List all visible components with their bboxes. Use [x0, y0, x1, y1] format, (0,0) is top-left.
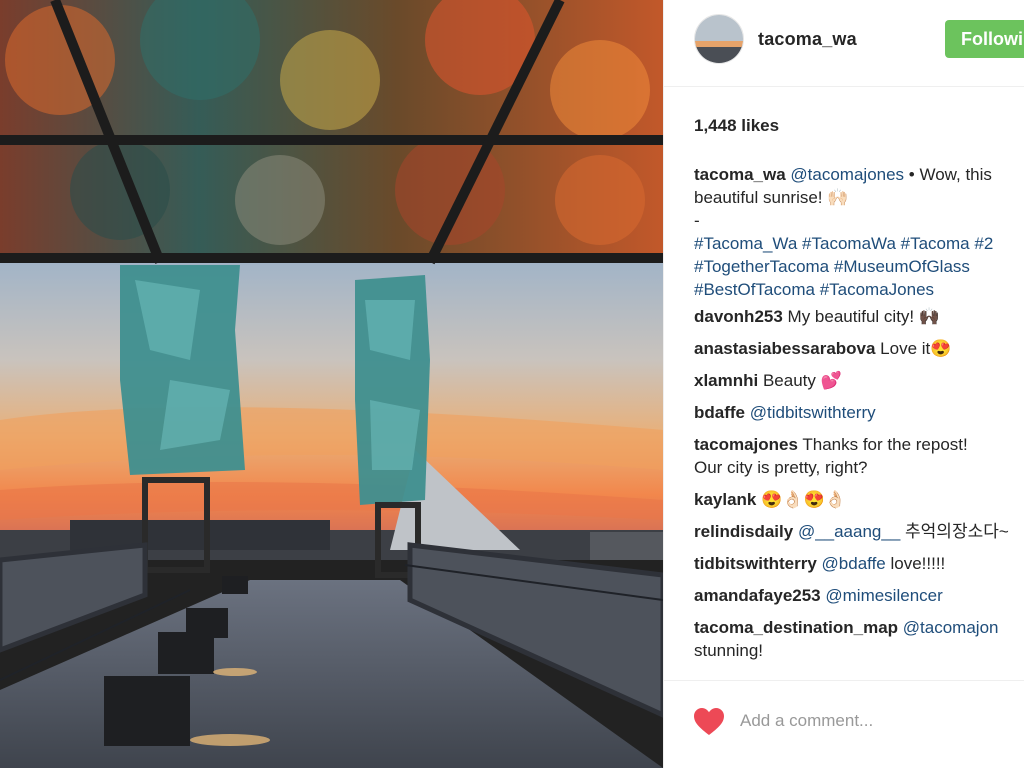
follow-button[interactable]: Followi: [945, 20, 1024, 58]
hashtag-link[interactable]: #MuseumOfGlass: [834, 257, 970, 276]
hashtag-link[interactable]: #TogetherTacoma: [694, 257, 829, 276]
mention-link[interactable]: @mimesilencer: [825, 586, 942, 605]
comment-text: 😍👌🏻😍👌🏻: [756, 490, 846, 509]
comments-list: tacoma_wa @tacomajones • Wow, this beaut…: [694, 163, 1024, 671]
caption-text: • Wow, this: [904, 165, 992, 184]
comment-item: tacoma_destination_map @tacomajon stunni…: [694, 616, 1024, 662]
comment-username[interactable]: tacoma_wa: [694, 165, 786, 184]
mention-link[interactable]: @__aaang__: [798, 522, 900, 541]
hashtag-link[interactable]: #TacomaJones: [820, 280, 934, 299]
comment-text: My beautiful city! 🙌🏿: [782, 307, 941, 326]
post-caption: tacoma_wa @tacomajones • Wow, this beaut…: [694, 163, 1024, 301]
comment-text-line2: stunning!: [694, 641, 763, 660]
comment-item: anastasiabessarabova Love it😍: [694, 337, 1024, 360]
hashtag-link[interactable]: #Tacoma: [901, 234, 970, 253]
mention-link[interactable]: @tacomajon: [903, 618, 999, 637]
comment-username[interactable]: tacoma_destination_map: [694, 618, 898, 637]
avatar[interactable]: [694, 14, 744, 64]
comment-text: love!!!!!: [885, 554, 946, 573]
mention-link[interactable]: @tacomajones: [790, 165, 904, 184]
comment-item: kaylank 😍👌🏻😍👌🏻: [694, 488, 1024, 511]
comment-username[interactable]: davonh253: [694, 307, 783, 326]
mention-link[interactable]: @bdaffe: [822, 554, 886, 573]
comment-item: amandafaye253 @mimesilencer: [694, 584, 1024, 607]
comment-username[interactable]: anastasiabessarabova: [694, 339, 875, 358]
hashtag-link[interactable]: #2: [974, 234, 993, 253]
comment-username[interactable]: amandafaye253: [694, 586, 821, 605]
comment-username[interactable]: kaylank: [694, 490, 756, 509]
heart-icon[interactable]: [694, 708, 724, 736]
add-comment-input[interactable]: [740, 711, 1000, 731]
comment-item: tacomajones Thanks for the repost! Our c…: [694, 433, 1024, 479]
comment-item: tidbitswithterry @bdaffe love!!!!!: [694, 552, 1024, 575]
caption-text-line2: beautiful sunrise! 🙌🏻: [694, 188, 849, 207]
comment-username[interactable]: relindisdaily: [694, 522, 793, 541]
mention-link[interactable]: @tidbitswithterry: [750, 403, 876, 422]
like-count[interactable]: 1,448 likes: [694, 116, 779, 136]
post-side-panel: tacoma_wa Followi 1,448 likes tacoma_wa …: [663, 0, 1024, 768]
caption-dash: -: [694, 211, 700, 230]
comment-item: xlamnhi Beauty 💕: [694, 369, 1024, 392]
comment-item: relindisdaily @__aaang__ 추억의장소다~: [694, 520, 1024, 543]
post-footer: [664, 680, 1024, 768]
comment-text: Beauty 💕: [758, 371, 842, 390]
comment-username[interactable]: tacomajones: [694, 435, 798, 454]
comment-text: Thanks for the repost!: [797, 435, 968, 454]
comment-username[interactable]: bdaffe: [694, 403, 745, 422]
comment-item: davonh253 My beautiful city! 🙌🏿: [694, 305, 1024, 328]
post-author-username[interactable]: tacoma_wa: [758, 29, 857, 50]
hashtag-link[interactable]: #TacomaWa: [802, 234, 896, 253]
comment-item: bdaffe @tidbitswithterry: [694, 401, 1024, 424]
hashtag-link[interactable]: #BestOfTacoma: [694, 280, 815, 299]
hashtag-link[interactable]: #Tacoma_Wa: [694, 234, 797, 253]
comment-text: Love it😍: [875, 339, 952, 358]
comment-text-line2: Our city is pretty, right?: [694, 458, 868, 477]
post-header: tacoma_wa Followi: [664, 0, 1024, 87]
post-photo[interactable]: [0, 0, 663, 768]
comment-username[interactable]: tidbitswithterry: [694, 554, 817, 573]
comment-username[interactable]: xlamnhi: [694, 371, 758, 390]
comment-text: 추억의장소다~: [900, 522, 1009, 541]
